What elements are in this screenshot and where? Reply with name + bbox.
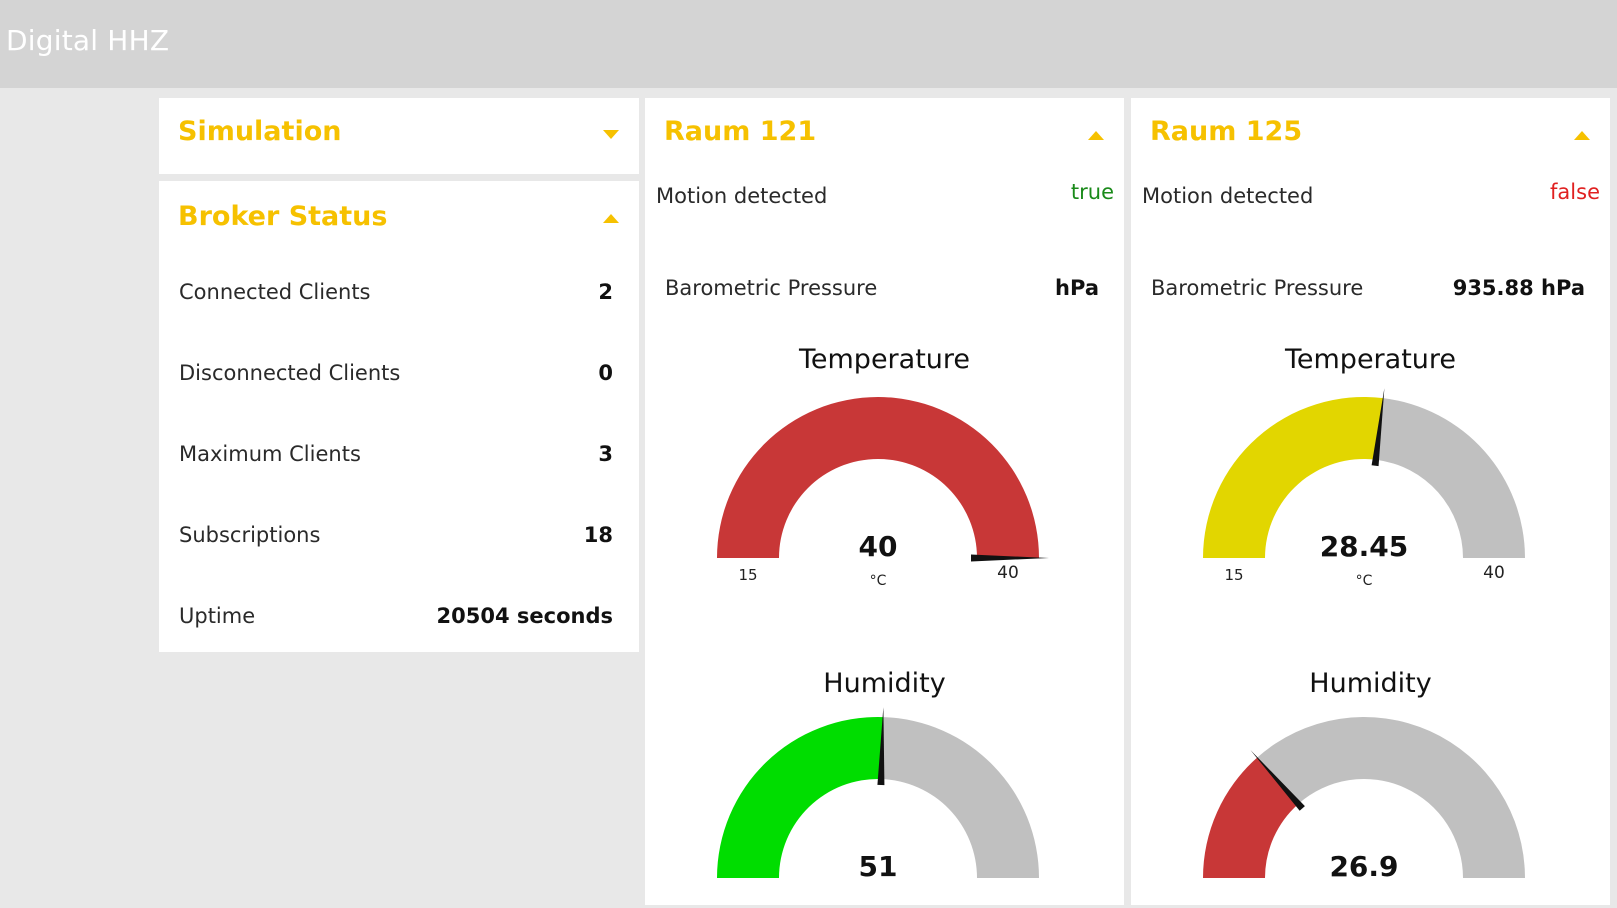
pressure-value: 935.88 hPa	[1452, 276, 1585, 300]
broker-status-title[interactable]: Broker Status	[178, 201, 387, 232]
app-title: Digital HHZ	[6, 24, 170, 57]
humidity-gauge: 26.9	[1203, 717, 1525, 883]
broker-row-value: 20504 seconds	[436, 604, 613, 628]
humidity-gauge: 51	[717, 707, 1039, 883]
app-header: Digital HHZ	[0, 0, 1617, 88]
broker-row-value: 3	[598, 442, 613, 466]
broker-row-label: Maximum Clients	[179, 442, 361, 466]
humidity-title: Humidity	[1309, 668, 1432, 699]
gauge-track	[881, 717, 1039, 878]
broker-row-value: 18	[583, 523, 613, 547]
gauge-value: 40	[859, 530, 898, 563]
gauge-min-label: 15	[1224, 566, 1243, 584]
chevron-up-icon[interactable]	[1574, 131, 1590, 140]
humidity-title: Humidity	[823, 668, 946, 699]
gauge-max-label: 40	[1483, 563, 1505, 583]
room-121-card: Raum 121 Motion detected true Barometric…	[645, 98, 1124, 905]
motion-value: false	[1550, 180, 1600, 204]
simulation-group[interactable]: Simulation	[159, 98, 639, 174]
broker-row-label: Disconnected Clients	[179, 361, 401, 385]
temperature-gauge: 28.45 °C 15 40	[1203, 388, 1525, 589]
broker-row-label: Connected Clients	[179, 280, 371, 304]
chevron-up-icon[interactable]	[603, 214, 619, 223]
motion-label: Motion detected	[1142, 184, 1314, 208]
chevron-up-icon[interactable]	[1088, 131, 1104, 140]
chevron-down-icon[interactable]	[603, 130, 619, 139]
broker-row-value: 0	[598, 361, 613, 385]
broker-row-label: Uptime	[179, 604, 256, 628]
broker-row-label: Subscriptions	[179, 523, 321, 547]
gauge-value: 51	[859, 850, 898, 883]
pressure-label: Barometric Pressure	[665, 276, 878, 300]
room-title[interactable]: Raum 125	[1150, 116, 1302, 147]
temperature-title: Temperature	[1284, 344, 1457, 375]
pressure-value: hPa	[1055, 276, 1099, 300]
room-125-card: Raum 125 Motion detected false Barometri…	[1131, 98, 1610, 905]
room-title[interactable]: Raum 121	[664, 116, 816, 147]
gauge-unit: °C	[1356, 573, 1373, 589]
gauge-max-label: 40	[997, 563, 1019, 583]
gauge-value: 28.45	[1320, 530, 1409, 563]
broker-status-group: Broker Status Connected Clients 2 Discon…	[159, 181, 639, 652]
motion-label: Motion detected	[656, 184, 828, 208]
broker-row-value: 2	[598, 280, 613, 304]
pressure-label: Barometric Pressure	[1151, 276, 1364, 300]
gauge-value: 26.9	[1329, 850, 1398, 883]
temperature-gauge: 40 °C 15 40	[717, 397, 1049, 589]
gauge-min-label: 15	[738, 566, 757, 584]
motion-value: true	[1070, 180, 1114, 204]
simulation-title: Simulation	[178, 116, 342, 147]
gauge-unit: °C	[870, 573, 887, 589]
temperature-title: Temperature	[798, 344, 971, 375]
